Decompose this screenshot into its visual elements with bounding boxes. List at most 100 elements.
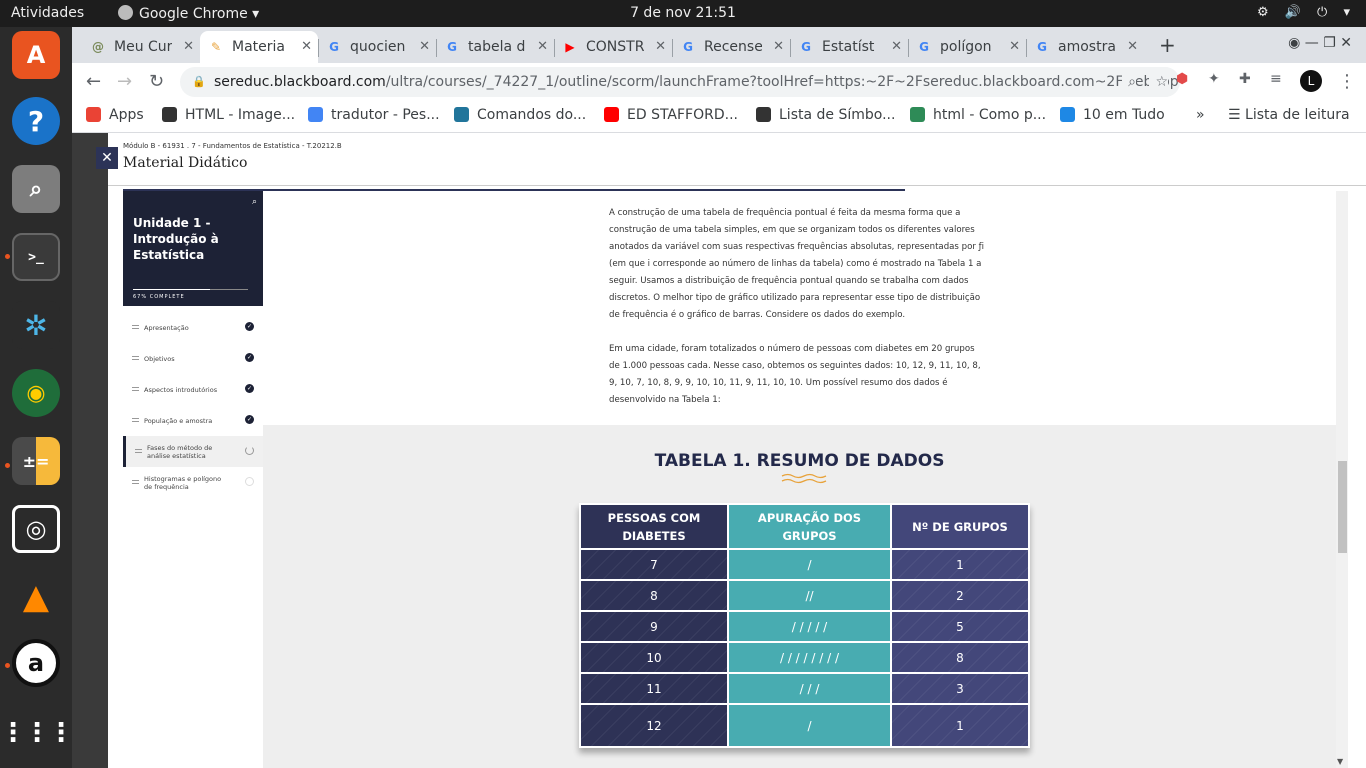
calculator-icon[interactable]: ±= <box>12 437 60 485</box>
bookmark-item[interactable]: Comandos do... <box>454 107 586 123</box>
tab-separator <box>908 39 909 57</box>
menu-kebab-icon[interactable]: ⋮ <box>1338 71 1356 92</box>
lines-icon <box>132 356 139 360</box>
tab[interactable]: Gamostra ✕ <box>1026 31 1144 63</box>
tab[interactable]: Gtabela d ✕ <box>436 31 554 63</box>
tab-close-icon[interactable]: ✕ <box>773 39 784 54</box>
sidebar-item[interactable]: Aspectos introdutórios ✓ <box>123 374 263 405</box>
table-cell: / / / / / <box>729 612 890 641</box>
tab-close-icon[interactable]: ✕ <box>655 39 666 54</box>
new-tab-button[interactable]: + <box>1159 33 1176 57</box>
wave-ornament-icon <box>781 473 827 484</box>
back-arrow-icon[interactable]: ← <box>86 71 101 92</box>
sidebar-item[interactable]: Fases do método de análise estatística <box>123 436 263 467</box>
bookmark-label: Apps <box>109 107 144 123</box>
bookmark-item[interactable]: ED STAFFORD... <box>604 107 738 123</box>
bookmark-item[interactable]: Lista de Símbo... <box>756 107 895 123</box>
reload-icon[interactable]: ↻ <box>149 71 164 92</box>
magnifier-icon[interactable]: ⌕ <box>12 165 60 213</box>
tab[interactable]: G Estatíst ✕ <box>790 31 908 63</box>
tab-close-icon[interactable]: ✕ <box>1127 39 1138 54</box>
terminal-icon[interactable]: >_ <box>12 233 60 281</box>
tab[interactable]: ✎ Materia ✕ <box>200 31 318 63</box>
check-icon: ✓ <box>245 353 254 362</box>
tab[interactable]: Gquocien ✕ <box>318 31 436 63</box>
tab-title: Materia <box>232 39 285 55</box>
table-cell: 11 <box>581 674 727 703</box>
bookmarks-overflow-button[interactable]: » <box>1196 107 1205 123</box>
table-cell: 7 <box>581 550 727 579</box>
scrollbar-thumb[interactable] <box>1338 461 1347 553</box>
system-menu[interactable]: ⚙ 🔊 ⏻ ▾ <box>1257 5 1356 20</box>
tab[interactable]: @ Meu Curs ✕ <box>82 31 200 63</box>
unit-title: Unidade 1 - Introdução à Estatística <box>133 216 219 262</box>
bookmark-item[interactable]: html - Como p... <box>910 107 1046 123</box>
table-cell: / <box>729 705 890 746</box>
address-bar[interactable]: 🔒 sereduc.blackboard.com/ultra/courses/_… <box>180 67 1180 97</box>
tab-title: Meu Curs <box>114 39 172 55</box>
tab-close-icon[interactable]: ✕ <box>301 39 312 54</box>
app-icon[interactable]: ✲ <box>12 301 60 349</box>
scrollbar[interactable]: ▼ <box>1336 191 1348 768</box>
media-control-icon[interactable]: ≡ <box>1270 71 1282 87</box>
window-controls[interactable]: ◉ — ❐ ✕ <box>1288 35 1352 51</box>
header-divider <box>108 185 1366 186</box>
bookmark-item[interactable]: tradutor - Pes... <box>308 107 440 123</box>
bookmark-label: html - Como p... <box>933 107 1047 123</box>
tab-close-icon[interactable]: ✕ <box>1009 39 1020 54</box>
article-frame: A construção de uma tabela de frequência… <box>263 191 1336 768</box>
search-icon[interactable]: ⌕ <box>1122 67 1136 97</box>
app-menu[interactable]: Google Chrome ▾ <box>118 5 259 22</box>
progress-text: 67% COMPLETE <box>133 294 185 300</box>
vlc-icon[interactable]: ▲ <box>12 573 60 621</box>
text-card: A construção de uma tabela de frequência… <box>263 191 1336 425</box>
table-cell: / / / / / / / / <box>729 643 890 672</box>
activities-button[interactable]: Atividades <box>11 5 84 21</box>
app-a-icon[interactable]: a <box>12 639 60 687</box>
table-cell: 10 <box>581 643 727 672</box>
screenshot-icon[interactable]: ◎ <box>12 505 60 553</box>
profile-avatar[interactable]: L <box>1300 70 1322 92</box>
in-progress-icon <box>245 446 254 455</box>
bookmark-favicon-icon <box>1060 107 1075 122</box>
tab[interactable]: ▶ CONSTR ✕ <box>554 31 672 63</box>
extensions-puzzle-icon[interactable]: ✚ <box>1239 71 1251 87</box>
sidebar-item[interactable]: Objetivos ✓ <box>123 343 263 374</box>
reading-list-button[interactable]: ☰ Lista de leitura <box>1228 107 1350 123</box>
forward-arrow-icon[interactable]: → <box>117 71 132 92</box>
extension-shield-icon[interactable]: ⬢ <box>1176 71 1188 87</box>
bookmark-label: tradutor - Pes... <box>331 107 440 123</box>
tab-favicon-icon: G <box>447 40 457 54</box>
tab-close-icon[interactable]: ✕ <box>183 39 194 54</box>
tab[interactable]: G Recense ✕ <box>672 31 790 63</box>
bookmark-item[interactable]: 10 em Tudo <box>1060 107 1165 123</box>
table-cell: 5 <box>892 612 1028 641</box>
tab-close-icon[interactable]: ✕ <box>537 39 548 54</box>
check-icon: ✓ <box>245 415 254 424</box>
bookmark-item[interactable]: HTML - Image... <box>162 107 295 123</box>
tab-close-icon[interactable]: ✕ <box>891 39 902 54</box>
scroll-down-arrow-icon[interactable]: ▼ <box>1337 757 1343 766</box>
sidebar-item[interactable]: Histogramas e polígono de frequência <box>123 467 263 498</box>
sidebar-item[interactable]: População e amostra ✓ <box>123 405 263 436</box>
camera-app-icon[interactable]: ◉ <box>12 369 60 417</box>
lines-icon <box>132 325 139 329</box>
sidebar-item[interactable]: Apresentação ✓ <box>123 312 263 343</box>
bookmark-item[interactable]: Apps <box>86 107 144 123</box>
search-icon[interactable]: ⌕ <box>252 197 257 207</box>
tab-close-icon[interactable]: ✕ <box>419 39 430 54</box>
show-apps-icon[interactable]: ⋮⋮⋮ <box>0 709 74 757</box>
table-row: 9/ / / / /5 <box>581 612 1028 641</box>
bookmark-favicon-icon <box>162 107 177 122</box>
ubuntu-software-icon[interactable]: A <box>12 31 60 79</box>
tab[interactable]: Gpolígon ✕ <box>908 31 1026 63</box>
app-name: Google Chrome ▾ <box>139 6 260 22</box>
table-cell: 9 <box>581 612 727 641</box>
bookmark-star-icon[interactable]: ☆ <box>1149 67 1168 97</box>
tab-title: quocien <box>350 39 406 55</box>
tab-favicon-icon: G <box>329 40 339 54</box>
extension-icon[interactable]: ✦ <box>1208 71 1220 87</box>
progress-bar <box>133 289 248 290</box>
help-icon[interactable]: ? <box>12 97 60 145</box>
close-button[interactable]: ✕ <box>96 147 118 169</box>
